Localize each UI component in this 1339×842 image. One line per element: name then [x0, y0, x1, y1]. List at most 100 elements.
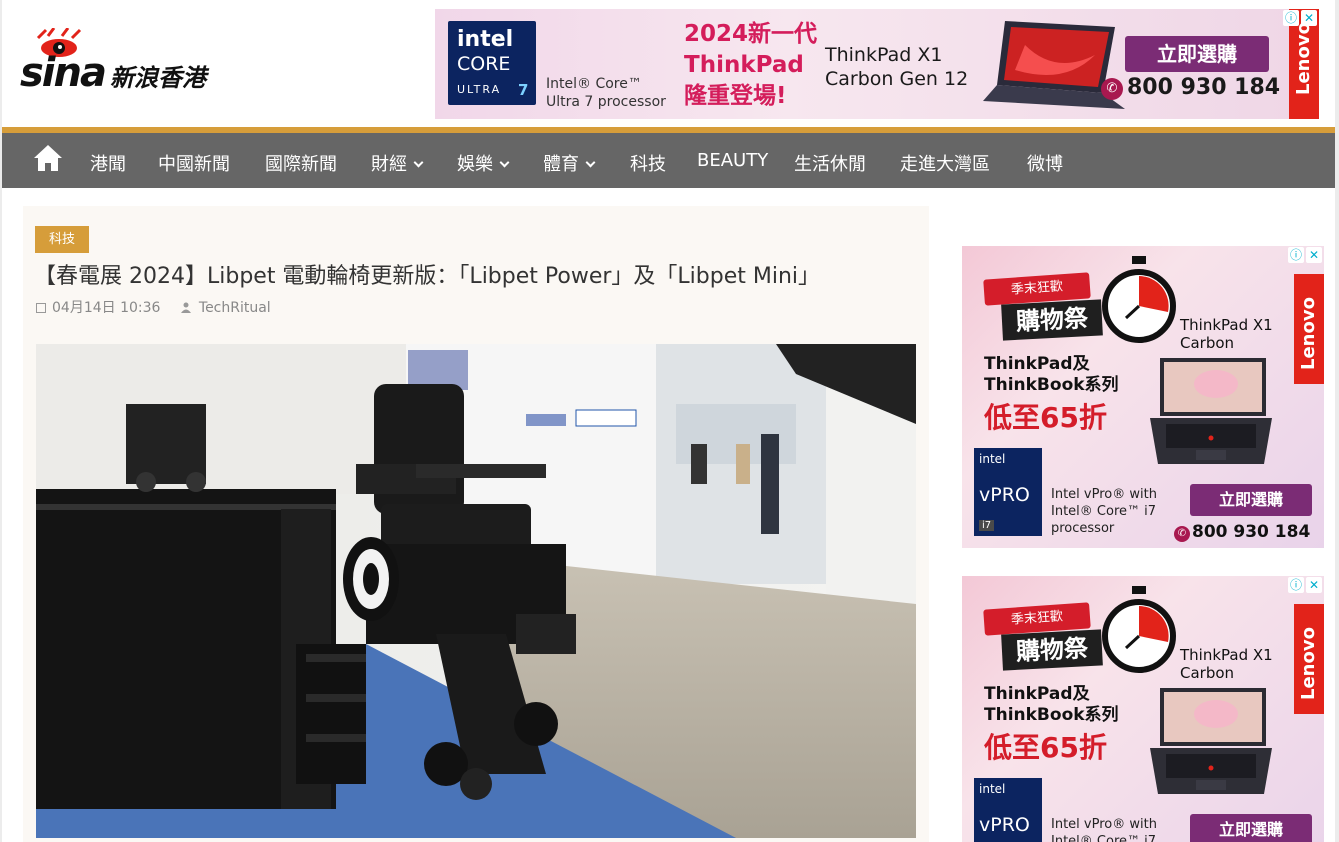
core-processor-text: Intel® Core™ Ultra 7 processor	[546, 75, 666, 111]
user-icon	[180, 302, 191, 313]
nav-label: 體育	[543, 154, 579, 175]
nav-item-beauty[interactable]: BEAUTY	[697, 150, 768, 171]
nav-label: 港聞	[90, 154, 126, 175]
nav-item-china-news[interactable]: 中國新聞	[158, 150, 230, 176]
nav-item-greater-bay[interactable]: 走進大灣區	[900, 150, 990, 176]
laptop-image	[1150, 688, 1272, 794]
article-meta: 04月14日 10:36 TechRitual	[36, 297, 271, 317]
headline-line: 隆重登場!	[684, 83, 787, 109]
vpro-description: Intel vPro® with Intel® Core™ i7 process…	[1051, 816, 1157, 842]
sale-title: 購物祭	[1001, 299, 1103, 341]
side-ad-2[interactable]: ⓘ ✕ Lenovo 季末狂歡 購物祭 ThinkPad X1 Carbon T…	[962, 576, 1324, 842]
model-line: ThinkPad X1	[825, 44, 943, 66]
ad-buy-button[interactable]: 立即選購	[1190, 814, 1312, 842]
model-line: ThinkPad X1	[1180, 316, 1273, 334]
model-line: Carbon	[1180, 334, 1235, 352]
vpro-line: Intel® Core™ i7	[1051, 834, 1157, 842]
article-date: 04月14日 10:36	[52, 300, 161, 316]
ad-phone[interactable]: ✆ 800 930 184	[1174, 522, 1310, 542]
adchoices-icon[interactable]: ⓘ	[1288, 247, 1304, 263]
lenovo-text: Lenovo	[1298, 627, 1319, 700]
ad-discount: 低至65折	[984, 731, 1107, 764]
intel-vpro-badge: intel vPRO i7	[974, 448, 1042, 536]
lenovo-logo: Lenovo	[1294, 274, 1324, 384]
nav-label: 娛樂	[457, 154, 493, 175]
vpro-text: vPRO	[979, 484, 1030, 506]
nav-item-lifestyle[interactable]: 生活休閒	[794, 150, 866, 176]
side-ad-1[interactable]: ⓘ ✕ Lenovo 季末狂歡 購物祭 ThinkPad X1 Carbon T…	[962, 246, 1324, 548]
nav-label: 財經	[371, 154, 407, 175]
nav-item-hk-news[interactable]: 港聞	[90, 150, 126, 176]
stopwatch-icon	[1102, 586, 1176, 673]
lenovo-text: Lenovo	[1293, 22, 1314, 95]
vpro-line: Intel® Core™ i7	[1051, 504, 1157, 519]
ad-headline: 2024新一代 ThinkPad 隆重登場!	[684, 19, 817, 112]
nav-item-tech[interactable]: 科技	[630, 150, 666, 176]
ad-close-icon[interactable]: ✕	[1306, 247, 1322, 263]
page: sina 新浪香港 intel CORE ULTRA 7 Intel® Core…	[0, 0, 1339, 842]
nav-item-weibo[interactable]: 微博	[1027, 150, 1063, 176]
chevron-down-icon	[413, 157, 424, 168]
category-tag[interactable]: 科技	[35, 226, 89, 253]
nav-label: 科技	[630, 154, 666, 175]
calendar-icon	[36, 303, 46, 313]
adchoices-icon[interactable]: ⓘ	[1283, 10, 1299, 26]
lenovo-logo: Lenovo	[1294, 604, 1324, 714]
intel-text: intel	[457, 27, 514, 52]
chevron-down-icon	[585, 157, 596, 168]
intel-text: intel	[979, 782, 1006, 796]
nav-label: 走進大灣區	[900, 154, 990, 175]
top-banner-ad[interactable]: intel CORE ULTRA 7 Intel® Core™ Ultra 7 …	[435, 9, 1319, 119]
laptop-image	[983, 21, 1125, 109]
series-line: ThinkPad及	[984, 354, 1090, 374]
series-line: ThinkBook系列	[984, 705, 1119, 725]
ad-phone-number: 800 930 184	[1192, 522, 1311, 542]
nav-label: BEAUTY	[697, 150, 769, 171]
nav-item-finance[interactable]: 財經	[371, 150, 424, 176]
article-author[interactable]: TechRitual	[199, 300, 271, 316]
site-logo[interactable]: sina 新浪香港	[20, 28, 240, 96]
core-text: CORE	[457, 53, 511, 75]
laptop-image	[1150, 358, 1272, 464]
core-text-line: Intel® Core™	[546, 76, 642, 92]
core-text-line: Ultra 7 processor	[546, 94, 666, 110]
vpro-line: Intel vPro® with	[1051, 487, 1157, 502]
logo-sub-text: 新浪香港	[110, 64, 206, 92]
headline-line: ThinkPad	[684, 52, 804, 78]
ultra-text: ULTRA	[457, 83, 502, 96]
model-line: Carbon Gen 12	[825, 68, 969, 90]
vpro-line: Intel vPro® with	[1051, 817, 1157, 832]
ad-model-name: ThinkPad X1 Carbon	[1180, 646, 1273, 682]
main-nav: 港聞 中國新聞 國際新聞 財經 娛樂 體育 科技 BEAUTY 生活休閒 走進大…	[2, 133, 1335, 188]
site-header: sina 新浪香港 intel CORE ULTRA 7 Intel® Core…	[2, 0, 1335, 127]
article-title[interactable]: 【春電展 2024】Libpet 電動輪椅更新版：「Libpet Power」及…	[34, 258, 820, 290]
series-line: ThinkBook系列	[984, 375, 1119, 395]
ad-buy-button[interactable]: 立即選購	[1125, 36, 1269, 72]
series-line: ThinkPad及	[984, 684, 1090, 704]
ad-phone[interactable]: ✆ 800 930 184	[1101, 75, 1280, 100]
ad-close-icon[interactable]: ✕	[1301, 10, 1317, 26]
vpro-line: processor	[1051, 521, 1115, 536]
lenovo-text: Lenovo	[1298, 297, 1319, 370]
adchoices-icon[interactable]: ⓘ	[1288, 577, 1304, 593]
ad-buy-button[interactable]: 立即選購	[1190, 484, 1312, 516]
i7-text: i7	[979, 520, 995, 531]
nav-item-sports[interactable]: 體育	[543, 150, 596, 176]
headline-line: 2024新一代	[684, 21, 818, 47]
sale-title: 購物祭	[1001, 629, 1103, 671]
article-hero-image	[36, 344, 916, 838]
intel-text: intel	[979, 452, 1006, 466]
ad-model-name: ThinkPad X1 Carbon Gen 12	[825, 43, 968, 91]
nav-label: 國際新聞	[265, 154, 337, 175]
nav-item-intl-news[interactable]: 國際新聞	[265, 150, 337, 176]
vpro-text: vPRO	[979, 814, 1030, 836]
model-line: ThinkPad X1	[1180, 646, 1273, 664]
nav-label: 中國新聞	[158, 154, 230, 175]
model-line: Carbon	[1180, 664, 1235, 682]
ad-series: ThinkPad及 ThinkBook系列	[984, 354, 1119, 396]
ad-close-icon[interactable]: ✕	[1306, 577, 1322, 593]
home-icon[interactable]	[32, 143, 64, 173]
nav-item-entertainment[interactable]: 娛樂	[457, 150, 510, 176]
phone-icon: ✆	[1101, 78, 1123, 100]
ad-series: ThinkPad及 ThinkBook系列	[984, 684, 1119, 726]
